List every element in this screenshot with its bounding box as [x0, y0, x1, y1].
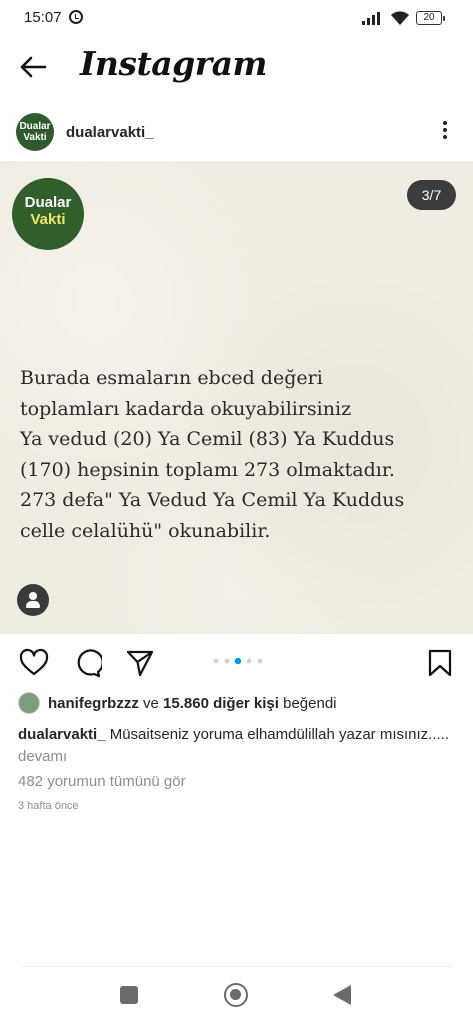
- carousel-dot: [213, 658, 219, 664]
- liker-username[interactable]: hanifegrbzzz: [48, 695, 139, 712]
- recents-square-icon[interactable]: [120, 986, 138, 1004]
- avatar-text-line1: Dualar: [19, 121, 51, 132]
- back-triangle-icon[interactable]: [333, 985, 351, 1005]
- post-image-text: Burada esmaların ebced değeri toplamları…: [20, 363, 460, 546]
- wifi-icon: [391, 11, 409, 25]
- post-text-line: toplamları kadarda okuyabilirsiniz: [20, 397, 352, 420]
- signal-icon: [362, 12, 380, 25]
- heart-icon[interactable]: [19, 648, 49, 678]
- post-text-line: celle celalühü" okunabilir.: [20, 519, 271, 542]
- post-text-line: 273 defa" Ya Vedud Ya Cemil Ya Kuddus: [20, 489, 405, 511]
- likes-summary[interactable]: hanifegrbzzz ve 15.860 diğer kişi beğend…: [48, 695, 337, 712]
- battery-icon: 20: [416, 11, 445, 25]
- avatar[interactable]: Dualar Vakti: [16, 113, 54, 151]
- logo-line1: Dualar: [24, 194, 72, 211]
- home-circle-icon[interactable]: [224, 983, 248, 1007]
- post-text-line: Ya vedud (20) Ya Cemil (83) Ya Kuddus: [20, 428, 395, 450]
- carousel-dot: [224, 658, 230, 664]
- brand-logo: Dualar Vakti: [12, 178, 84, 250]
- post-username[interactable]: dualarvakti_: [66, 124, 154, 141]
- battery-level: 20: [423, 12, 435, 23]
- logo-line2: Vakti: [30, 211, 66, 228]
- status-time: 15:07: [24, 9, 62, 26]
- alarm-icon: [69, 10, 83, 24]
- caption-username[interactable]: dualarvakti_: [18, 726, 106, 743]
- bookmark-icon[interactable]: [425, 648, 455, 678]
- arrow-left-icon[interactable]: [18, 52, 48, 82]
- view-comments-link[interactable]: 482 yorumun tümünü gör: [18, 773, 186, 790]
- send-icon[interactable]: [125, 648, 155, 678]
- likes-count[interactable]: 15.860 diğer kişi: [163, 695, 279, 712]
- more-vertical-icon[interactable]: [437, 121, 453, 143]
- caption-more-link[interactable]: devamı: [18, 748, 67, 765]
- avatar-text-line2: Vakti: [23, 132, 47, 143]
- carousel-dots: [213, 657, 263, 665]
- nav-divider: [22, 966, 452, 967]
- post-time: 3 hafta önce: [18, 800, 79, 812]
- carousel-counter: 3/7: [407, 180, 456, 210]
- user-tag-icon[interactable]: [17, 584, 49, 616]
- carousel-dot: [246, 658, 252, 664]
- post-caption[interactable]: dualarvakti_ Müsaitseniz yoruma elhamdül…: [18, 724, 458, 768]
- carousel-dot: [257, 658, 263, 664]
- likes-suffix: beğendi: [278, 695, 337, 712]
- post-text-line: (170) hepsinin toplamı 273 olmaktadır.: [20, 458, 395, 481]
- caption-text: Müsaitseniz yoruma elhamdülillah yazar m…: [105, 726, 450, 743]
- comment-icon[interactable]: [72, 648, 102, 678]
- liker-avatar[interactable]: [18, 692, 40, 714]
- post-text-line: Burada esmaların ebced değeri: [20, 367, 323, 389]
- likes-connector: ve: [138, 695, 164, 712]
- carousel-dot-active: [234, 657, 242, 665]
- app-title: Instagram: [80, 44, 267, 83]
